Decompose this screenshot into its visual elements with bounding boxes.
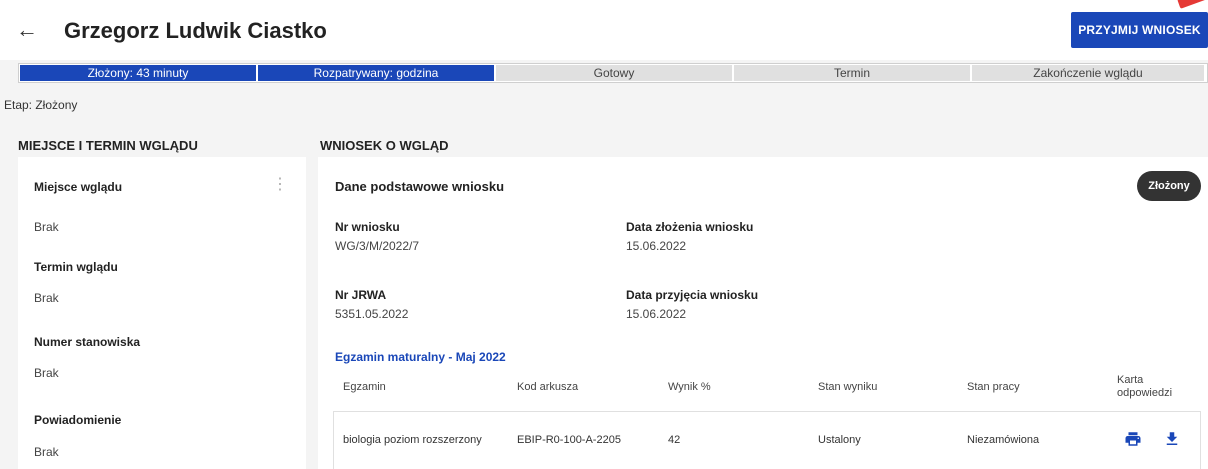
step-zlozony: Złożony: 43 minuty [20, 65, 256, 81]
cell-stan-pracy: Niezamówiona [967, 434, 1040, 446]
data-przyjecia-label: Data przyjęcia wniosku [626, 288, 759, 302]
header: ← Grzegorz Ludwik Ciastko PRZYJMIJ WNIOS… [0, 0, 1208, 60]
field-label-powiadomienie: Powiadomienie [34, 413, 122, 427]
data-zlozenia-label: Data złożenia wniosku [626, 220, 754, 234]
more-vert-icon[interactable]: ⋮ [272, 177, 288, 193]
step-zakonczenie: Zakończenie wglądu [972, 65, 1204, 81]
page-title: Grzegorz Ludwik Ciastko [64, 18, 327, 43]
col-header-egzamin: Egzamin [343, 381, 386, 393]
field-label-miejsce: Miejsce wglądu [34, 180, 123, 194]
exam-section-title: Egzamin maturalny - Maj 2022 [335, 350, 506, 364]
stage-label: Etap: Złożony [4, 98, 78, 112]
annotation-arrow [1177, 0, 1208, 9]
location-card: ⋮ Miejsce wglądu Brak Termin wglądu Brak… [18, 157, 306, 469]
col-header-kod: Kod arkusza [517, 381, 579, 393]
left-section-title: MIEJSCE I TERMIN WGLĄDU [18, 138, 198, 153]
card-title: Dane podstawowe wniosku [335, 179, 505, 194]
step-gotowy: Gotowy [496, 65, 732, 81]
accept-request-button[interactable]: PRZYJMIJ WNIOSEK [1071, 12, 1208, 48]
right-section-title: WNIOSEK O WGLĄD [320, 138, 449, 153]
nr-jrwa-label: Nr JRWA [335, 288, 387, 302]
col-header-karta: Karta [1117, 374, 1144, 386]
nr-wniosku-label: Nr wniosku [335, 220, 400, 234]
request-card: Dane podstawowe wniosku Złożony Nr wnios… [318, 157, 1208, 469]
step-termin: Termin [734, 65, 970, 81]
field-value-termin: Brak [34, 291, 59, 305]
field-value-stanowisko: Brak [34, 366, 59, 380]
status-badge: Złożony [1137, 171, 1201, 201]
nr-wniosku-value: WG/3/M/2022/7 [335, 239, 420, 253]
cell-egzamin: biologia poziom rozszerzony [343, 434, 482, 446]
field-label-termin: Termin wglądu [34, 260, 118, 274]
cell-wynik: 42 [668, 434, 681, 446]
arrow-left-icon[interactable]: ← [16, 18, 38, 42]
step-rozpatrywany: Rozpatrywany: godzina [258, 65, 494, 81]
col-header-stan-pracy: Stan pracy [967, 381, 1020, 393]
col-header-wynik: Wynik % [668, 381, 711, 393]
data-zlozenia-value: 15.06.2022 [626, 239, 687, 253]
status-progress: Złożony: 43 minuty Rozpatrywany: godzina… [18, 63, 1208, 83]
field-label-stanowisko: Numer stanowiska [34, 335, 141, 349]
col-header-odpowiedzi: odpowiedzi [1117, 387, 1173, 399]
cell-kod: EBIP-R0-100-A-2205 [517, 434, 621, 446]
print-icon[interactable] [1124, 430, 1142, 453]
download-icon[interactable] [1163, 430, 1181, 453]
nr-jrwa-value: 5351.05.2022 [335, 307, 409, 321]
field-value-powiadomienie: Brak [34, 445, 59, 459]
cell-stan-wyniku: Ustalony [818, 434, 861, 446]
data-przyjecia-value: 15.06.2022 [626, 307, 687, 321]
field-value-miejsce: Brak [34, 220, 59, 234]
col-header-stan-wyniku: Stan wyniku [818, 381, 878, 393]
